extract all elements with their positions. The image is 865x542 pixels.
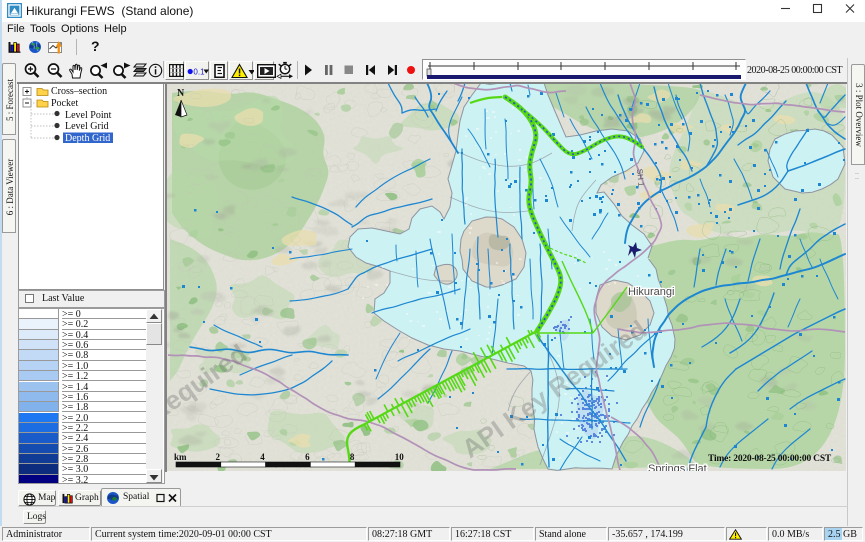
svg-text:10: 10 — [395, 452, 405, 462]
svg-text:0.1: 0.1 — [193, 68, 205, 77]
svg-text:Hikurangi: Hikurangi — [628, 286, 674, 298]
svg-text:km: km — [174, 452, 187, 462]
svg-text:8: 8 — [350, 452, 355, 462]
svg-text:2: 2 — [216, 452, 221, 462]
svg-text:N: N — [177, 88, 185, 99]
svg-text:Springs Flat: Springs Flat — [648, 463, 707, 471]
svg-text:Time: 2020-08-25 00:00:00 CST: Time: 2020-08-25 00:00:00 CST — [708, 454, 832, 464]
svg-text:4: 4 — [260, 452, 265, 462]
svg-text:6: 6 — [305, 452, 310, 462]
svg-text:SH 1: SH 1 — [635, 168, 646, 187]
